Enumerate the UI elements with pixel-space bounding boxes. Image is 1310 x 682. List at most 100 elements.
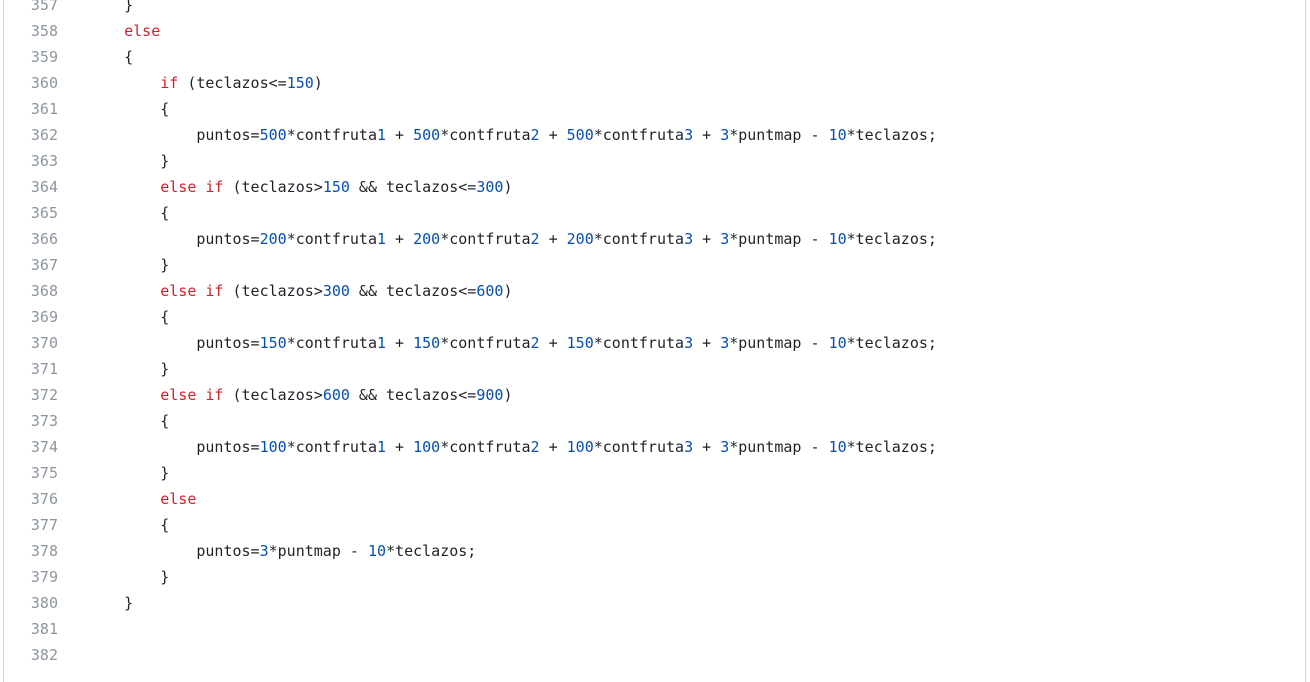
number-token: 2 [530, 438, 540, 456]
code-line: 358 else [4, 18, 1305, 44]
line-number[interactable]: 378 [4, 538, 58, 564]
code-line: 379 } [4, 564, 1305, 590]
code-line: 363 } [4, 148, 1305, 174]
keyword-token: if [160, 74, 179, 92]
number-token: 1 [377, 334, 387, 352]
number-token: 1 [377, 438, 387, 456]
number-token: 200 [566, 230, 594, 248]
number-token: 10 [828, 126, 847, 144]
line-number[interactable]: 363 [4, 148, 58, 174]
line-number[interactable]: 368 [4, 278, 58, 304]
code-text: } [88, 152, 170, 170]
number-token: 10 [828, 334, 847, 352]
number-token: 2 [530, 126, 540, 144]
code-text: else [88, 18, 160, 44]
number-token: 1 [377, 230, 387, 248]
code-lines: 357 } 358 else 359 {360 if (teclazos<=150)… [4, 0, 1305, 668]
number-token: 500 [566, 126, 594, 144]
code-text: } [88, 0, 134, 14]
line-number[interactable]: 375 [4, 460, 58, 486]
code-text: puntos=100*contfruta1 + 100*contfruta2 +… [88, 438, 937, 456]
line-number[interactable]: 377 [4, 512, 58, 538]
code-line: 366 puntos=200*contfruta1 + 200*contfrut… [4, 226, 1305, 252]
line-number[interactable]: 361 [4, 96, 58, 122]
number-token: 3 [684, 230, 694, 248]
code-line: 377 { [4, 512, 1305, 538]
number-token: 150 [259, 334, 287, 352]
keyword-token: else [160, 282, 197, 300]
keyword-token: else [160, 490, 197, 508]
number-token: 10 [828, 230, 847, 248]
number-token: 3 [684, 126, 694, 144]
code-text: puntos=3*puntmap - 10*teclazos; [88, 542, 477, 560]
code-line: 365 { [4, 200, 1305, 226]
line-number[interactable]: 382 [4, 642, 58, 668]
number-token: 3 [720, 438, 730, 456]
code-text: if (teclazos<=150) [160, 74, 323, 92]
code-line: 357 } [4, 0, 1305, 18]
number-token: 2 [530, 334, 540, 352]
code-text: { [88, 48, 134, 66]
number-token: 900 [476, 386, 504, 404]
code-line: 378 puntos=3*puntmap - 10*teclazos; [4, 538, 1305, 564]
number-token: 500 [259, 126, 287, 144]
number-token: 3 [259, 542, 269, 560]
line-number[interactable]: 357 [4, 0, 58, 18]
code-line: 359 { [4, 44, 1305, 70]
line-number[interactable]: 364 [4, 174, 58, 200]
code-line: 382 [4, 642, 1305, 668]
code-text: puntos=500*contfruta1 + 500*contfruta2 +… [88, 126, 937, 144]
line-number[interactable]: 366 [4, 226, 58, 252]
number-token: 100 [566, 438, 594, 456]
code-text: else if (teclazos>150 && teclazos<=300) [160, 178, 513, 196]
line-number[interactable]: 372 [4, 382, 58, 408]
code-text: } [88, 360, 170, 378]
code-line: 375 } [4, 460, 1305, 486]
line-number[interactable]: 373 [4, 408, 58, 434]
code-line: 372 else if (teclazos>600 && teclazos<=9… [4, 382, 1305, 408]
keyword-token: else [124, 22, 161, 40]
code-text: puntos=150*contfruta1 + 150*contfruta2 +… [88, 334, 937, 352]
number-token: 600 [322, 386, 350, 404]
number-token: 100 [413, 438, 441, 456]
number-token: 3 [684, 438, 694, 456]
number-token: 3 [720, 230, 730, 248]
code-line: 380 } [4, 590, 1305, 616]
code-line: 367 } [4, 252, 1305, 278]
line-number[interactable]: 380 [4, 590, 58, 616]
keyword-token: else [160, 386, 197, 404]
line-number[interactable]: 369 [4, 304, 58, 330]
number-token: 600 [476, 282, 504, 300]
line-number[interactable]: 371 [4, 356, 58, 382]
line-number[interactable]: 359 [4, 44, 58, 70]
keyword-token: if [205, 282, 224, 300]
line-number[interactable]: 379 [4, 564, 58, 590]
number-token: 300 [322, 282, 350, 300]
code-line: 370 puntos=150*contfruta1 + 150*contfrut… [4, 330, 1305, 356]
line-number[interactable]: 367 [4, 252, 58, 278]
number-token: 2 [530, 230, 540, 248]
code-text: } [88, 464, 170, 482]
code-line: 371 } [4, 356, 1305, 382]
line-number[interactable]: 365 [4, 200, 58, 226]
number-token: 100 [259, 438, 287, 456]
line-number[interactable]: 376 [4, 486, 58, 512]
line-number[interactable]: 381 [4, 616, 58, 642]
number-token: 1 [377, 126, 387, 144]
number-token: 150 [413, 334, 441, 352]
number-token: 150 [322, 178, 350, 196]
code-line: 381 [4, 616, 1305, 642]
line-number[interactable]: 358 [4, 18, 58, 44]
code-text: { [88, 516, 170, 534]
number-token: 150 [566, 334, 594, 352]
line-number[interactable]: 360 [4, 70, 58, 96]
code-text: else if (teclazos>300 && teclazos<=600) [160, 282, 513, 300]
line-number[interactable]: 370 [4, 330, 58, 356]
line-number[interactable]: 374 [4, 434, 58, 460]
number-token: 3 [720, 126, 730, 144]
keyword-token: else [160, 178, 197, 196]
line-number[interactable]: 362 [4, 122, 58, 148]
code-line: 360 if (teclazos<=150) [4, 70, 1305, 96]
number-token: 500 [413, 126, 441, 144]
code-text: else if (teclazos>600 && teclazos<=900) [160, 386, 513, 404]
